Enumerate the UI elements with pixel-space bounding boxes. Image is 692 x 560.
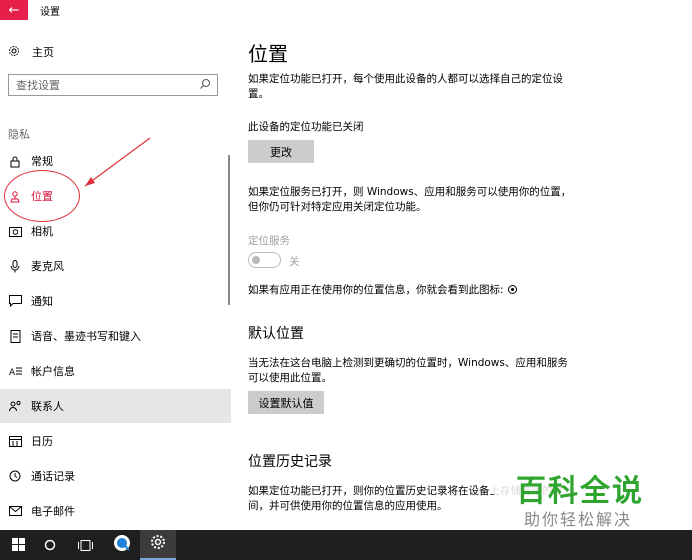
location-icon (8, 189, 22, 203)
sidebar-item-label: 通知 (31, 295, 53, 308)
sidebar-item-contacts[interactable]: 联系人 (0, 389, 231, 423)
title-bar: ← 设置 (0, 0, 692, 20)
settings-taskbar-button[interactable] (140, 530, 176, 560)
browser-icon (113, 534, 131, 556)
call-history-icon (8, 469, 22, 483)
sidebar-item-label: 麦克风 (31, 260, 64, 273)
sidebar-item-label: 联系人 (31, 400, 64, 413)
section-label-privacy: 隐私 (8, 128, 30, 141)
location-service-toggle[interactable] (248, 252, 281, 268)
settings-gear-icon (150, 534, 166, 554)
default-location-description: 当无法在这台电脑上检测到更确切的位置时，Windows、应用和服务可以使用此位置… (248, 357, 568, 384)
page-title: 位置 (248, 42, 288, 66)
search-placeholder: 查找设置 (16, 79, 60, 92)
sidebar: 主页 查找设置 隐私 常规 位置 相机 麦克风 通知 语音、墨迹书写和键入 A … (0, 20, 231, 530)
sidebar-item-camera[interactable]: 相机 (0, 214, 231, 248)
back-arrow-icon: ← (8, 2, 20, 18)
sidebar-item-call-history[interactable]: 通话记录 (0, 459, 231, 493)
sidebar-item-label: 位置 (31, 190, 53, 203)
sidebar-item-label: 日历 (31, 435, 53, 448)
watermark-subtitle: 助你轻松解决 (524, 510, 633, 529)
sidebar-item-account-info[interactable]: A 帐户信息 (0, 354, 231, 388)
start-button[interactable] (0, 530, 36, 560)
change-button[interactable]: 更改 (248, 140, 314, 163)
calendar-icon (8, 434, 22, 448)
speech-icon (8, 329, 22, 343)
search-input[interactable]: 查找设置 (8, 74, 218, 96)
email-icon (8, 504, 22, 518)
windows-start-icon (11, 536, 25, 555)
sidebar-item-notifications[interactable]: 通知 (0, 284, 231, 318)
sidebar-item-speech[interactable]: 语音、墨迹书写和键入 (0, 319, 231, 353)
lock-icon (8, 154, 22, 168)
in-use-text: 如果有应用正在使用你的位置信息，你就会看到此图标: (248, 284, 504, 296)
microphone-icon (8, 259, 22, 273)
sidebar-item-home[interactable]: 主页 (8, 44, 54, 60)
sidebar-item-email[interactable]: 电子邮件 (0, 494, 231, 528)
sidebar-item-label: 帐户信息 (31, 365, 75, 378)
sidebar-item-microphone[interactable]: 麦克风 (0, 249, 231, 283)
sidebar-item-location[interactable]: 位置 (0, 179, 231, 213)
sidebar-item-label: 常规 (31, 155, 53, 168)
taskbar (0, 530, 692, 560)
sidebar-item-label: 通话记录 (31, 470, 75, 483)
in-use-text-row: 如果有应用正在使用你的位置信息，你就会看到此图标: (248, 283, 588, 298)
notification-icon (8, 294, 22, 308)
back-button[interactable]: ← (0, 0, 28, 20)
watermark: 百科全说 助你轻松解决 (494, 462, 670, 530)
location-history-heading: 位置历史记录 (248, 454, 332, 470)
taskbar-search-button[interactable] (32, 530, 68, 560)
location-in-use-icon (507, 285, 517, 294)
sidebar-scrollbar[interactable] (228, 155, 230, 305)
service-description: 如果定位服务已打开，则 Windows、应用和服务可以使用你的位置，但你仍可针对… (248, 186, 572, 213)
contacts-icon (8, 399, 22, 413)
watermark-title: 百科全说 (516, 474, 644, 509)
toggle-knob (252, 255, 260, 264)
sidebar-item-general[interactable]: 常规 (0, 144, 231, 178)
sidebar-item-label: 电子邮件 (31, 505, 75, 518)
toggle-state-label: 关 (289, 256, 300, 268)
gear-icon (8, 45, 22, 60)
task-view-button[interactable] (67, 530, 103, 560)
device-status-text: 此设备的定位功能已关闭 (248, 121, 364, 133)
location-service-label: 定位服务 (248, 235, 290, 247)
intro-text: 如果定位功能已打开，每个使用此设备的人都可以选择自己的定位设置。 (248, 73, 563, 100)
home-label: 主页 (32, 46, 54, 59)
browser-taskbar-button[interactable] (104, 530, 140, 560)
camera-icon (8, 224, 22, 238)
svg-text:A: A (9, 368, 16, 376)
task-view-icon (77, 536, 93, 555)
sidebar-item-label: 相机 (31, 225, 53, 238)
search-icon[interactable] (199, 78, 211, 90)
main-content: 位置 如果定位功能已打开，每个使用此设备的人都可以选择自己的定位设置。 此设备的… (248, 20, 692, 530)
default-location-heading: 默认位置 (248, 326, 304, 342)
search-circle-icon (44, 536, 56, 555)
sidebar-item-label: 语音、墨迹书写和键入 (31, 330, 141, 343)
window-title: 设置 (40, 7, 60, 18)
sidebar-item-calendar[interactable]: 日历 (0, 424, 231, 458)
set-default-button[interactable]: 设置默认值 (248, 391, 324, 414)
account-info-icon: A (8, 364, 22, 378)
